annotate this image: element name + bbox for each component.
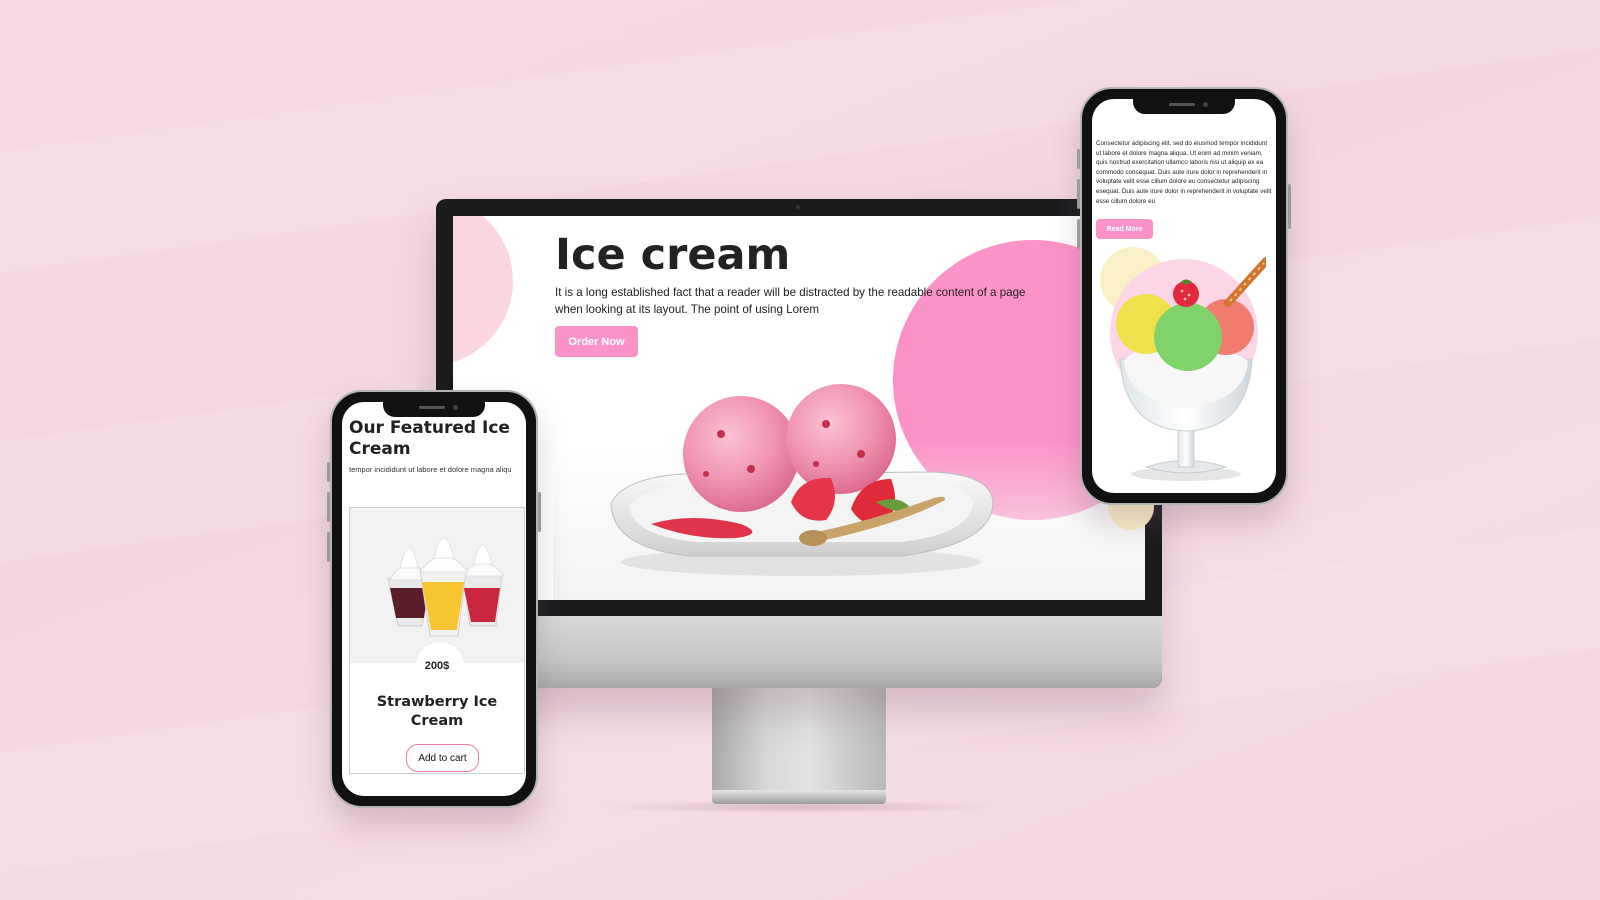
monitor-chin [436, 616, 1162, 688]
phone-speaker [1169, 103, 1195, 106]
phone-side-button [327, 462, 330, 482]
monitor-camera [796, 205, 800, 209]
mobile-phone-left: Our Featured Ice Cream tempor incididunt… [327, 390, 541, 808]
product-image-area [350, 508, 524, 663]
product-price: 200$ [424, 660, 450, 672]
desktop-monitor: Ice cream It is a long established fact … [436, 199, 1162, 688]
decor-circle-pink-light [453, 216, 513, 366]
phone-notch [1133, 98, 1235, 114]
phone-speaker [419, 406, 445, 409]
phone-camera [453, 405, 458, 410]
read-more-button[interactable]: Read More [1096, 219, 1153, 239]
monitor-stand-base [712, 790, 886, 804]
product-name: Strawberry Ice Cream [376, 694, 498, 729]
order-now-button[interactable]: Order Now [555, 326, 638, 357]
hero-description: It is a long established fact that a rea… [555, 286, 1026, 316]
phone-camera [1203, 102, 1208, 107]
product-card: 200$ Strawberry Ice Cream Add to cart [349, 507, 525, 774]
about-text: Consectetur adipiscing elit, sed do eius… [1096, 140, 1272, 205]
ice-cream-sundae-image [1116, 257, 1266, 481]
phone-side-button [1077, 219, 1080, 249]
phone-side-button [327, 532, 330, 562]
mobile-right-screen: Consectetur adipiscing elit, sed do eius… [1092, 99, 1276, 493]
featured-heading: Our Featured Ice Cream [349, 418, 510, 459]
phone-side-button [1077, 149, 1080, 169]
phone-side-button [1077, 179, 1080, 209]
strawberry-ice-cream-image [610, 384, 994, 576]
phone-power-button [1288, 184, 1291, 229]
phone-side-button [327, 492, 330, 522]
desktop-screen: Ice cream It is a long established fact … [453, 216, 1145, 600]
phone-notch [383, 401, 485, 417]
featured-subheading: tempor incididunt ut labore et dolore ma… [349, 465, 512, 474]
phone-power-button [538, 492, 541, 532]
mobile-phone-right: Consectetur adipiscing elit, sed do eius… [1077, 87, 1291, 505]
monitor-stand [712, 688, 886, 792]
hero-title: Ice cream [555, 230, 791, 280]
soft-serve-cups-image [387, 537, 506, 637]
add-to-cart-button[interactable]: Add to cart [406, 744, 479, 772]
mobile-left-screen: Our Featured Ice Cream tempor incididunt… [342, 402, 526, 796]
